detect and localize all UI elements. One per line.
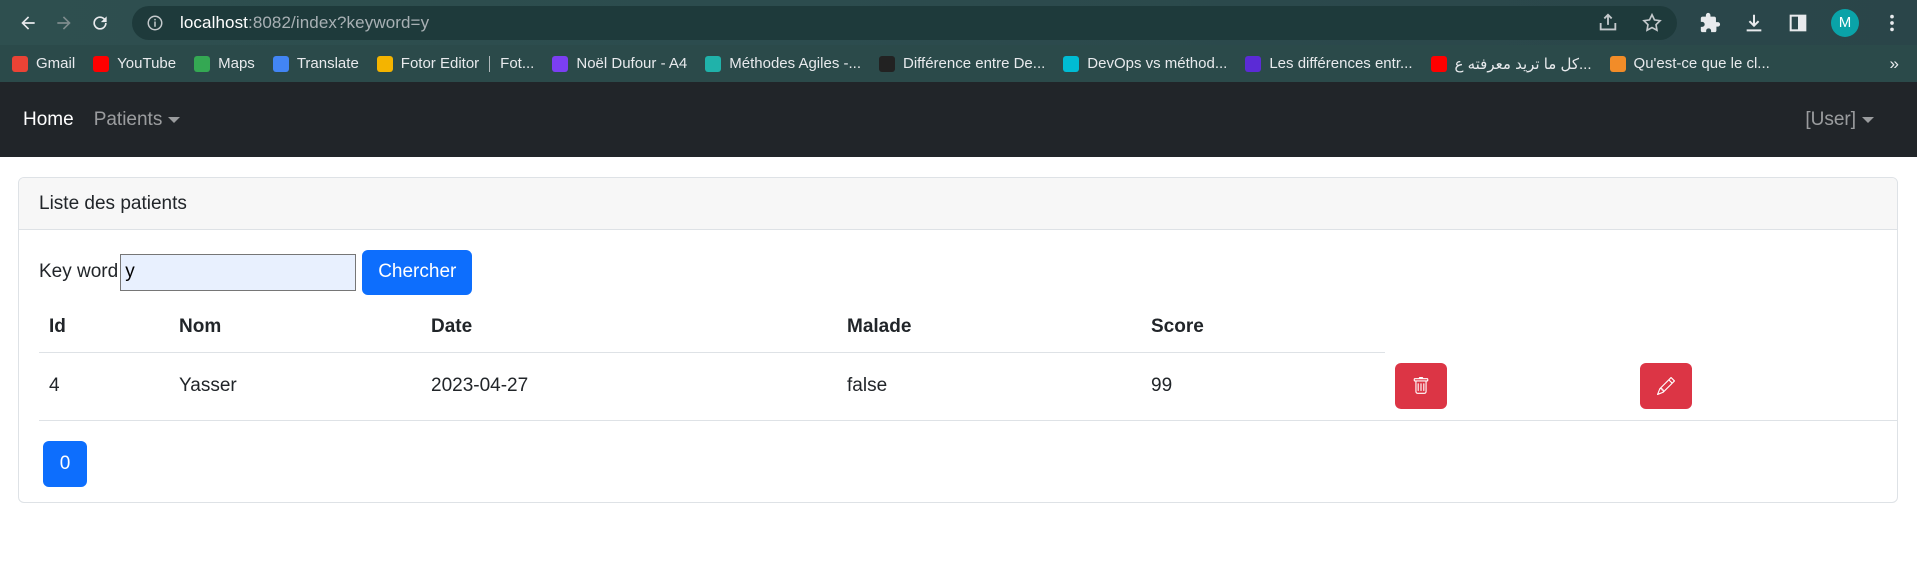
keyword-label: Key word — [39, 261, 119, 282]
nav-home[interactable]: Home — [23, 109, 74, 131]
bookmark-item[interactable]: Fotor Editor — [376, 55, 480, 72]
bookmark-item[interactable]: Translate — [272, 55, 359, 72]
nav-user-label: [User] — [1805, 108, 1856, 130]
bookmark-item[interactable]: Fot... — [500, 55, 534, 72]
bookmark-favicon-icon — [194, 55, 211, 72]
patients-table: Id Nom Date Malade Score 4 Yasser 2023-0… — [39, 302, 1897, 421]
page-button[interactable]: 0 — [43, 440, 87, 487]
bookmark-label: YouTube — [117, 55, 177, 72]
cell-malade: false — [837, 352, 1141, 421]
cell-nom: Yasser — [169, 352, 421, 421]
bookmark-favicon-icon — [1245, 55, 1262, 72]
search-button[interactable]: Chercher — [362, 249, 473, 295]
arrow-right-icon — [57, 15, 71, 30]
star-icon[interactable] — [1641, 12, 1663, 34]
header-delete — [1385, 302, 1630, 352]
bookmark-item[interactable]: Qu'est-ce que le cl... — [1609, 55, 1770, 72]
info-icon[interactable] — [146, 14, 164, 32]
download-icon[interactable] — [1743, 12, 1765, 34]
bookmark-item[interactable]: DevOps vs méthod... — [1063, 55, 1227, 72]
nav-patients-dropdown[interactable]: Patients — [94, 109, 181, 131]
bookmark-favicon-icon — [12, 55, 28, 72]
bookmark-item[interactable]: Maps — [194, 55, 255, 72]
bookmark-item[interactable]: Noël Dufour - A4 — [552, 55, 687, 72]
bookmark-item[interactable]: كل ما تريد معرفته ع... — [1430, 55, 1592, 73]
pencil-icon — [1657, 376, 1675, 395]
bookmark-label: Gmail — [36, 55, 76, 72]
reload-button[interactable] — [82, 5, 118, 41]
cell-score: 99 — [1141, 352, 1385, 421]
address-bar[interactable]: localhost:8082/index?keyword=y — [132, 5, 1677, 40]
bookmark-label: Les différences entr... — [1269, 55, 1413, 72]
bookmark-favicon-icon — [93, 55, 110, 72]
bookmark-favicon-icon — [552, 55, 569, 72]
back-button[interactable] — [10, 5, 46, 41]
header-date: Date — [421, 302, 837, 353]
pagination: 0 — [43, 440, 1877, 487]
bookmark-label: Translate — [296, 55, 359, 72]
caret-down-icon — [1862, 116, 1874, 123]
bookmark-favicon-icon — [1430, 55, 1447, 72]
app-navbar: Home Patients [User] — [0, 82, 1917, 157]
cell-date: 2023-04-27 — [421, 352, 837, 421]
extensions-icon[interactable] — [1699, 12, 1721, 34]
bookmark-item[interactable]: Différence entre De... — [878, 55, 1046, 72]
bookmark-favicon-icon — [705, 55, 722, 72]
arrow-left-icon — [21, 15, 35, 30]
patients-card: Liste des patients Key word Chercher Id … — [18, 177, 1898, 503]
browser-toolbar: localhost:8082/index?keyword=y M — [0, 0, 1917, 45]
side-panel-icon[interactable] — [1787, 12, 1809, 34]
kebab-menu-icon[interactable] — [1881, 12, 1903, 34]
bookmarks-overflow-button[interactable]: » — [1890, 54, 1905, 74]
delete-button[interactable] — [1395, 362, 1447, 409]
cell-id: 4 — [39, 352, 169, 421]
reload-icon — [93, 15, 107, 30]
cell-edit — [1630, 352, 1897, 421]
bookmark-item[interactable]: Gmail — [12, 55, 75, 72]
bookmark-label: Qu'est-ce que le cl... — [1633, 55, 1770, 72]
url-path: :8082/index?keyword=y — [248, 12, 430, 32]
bookmark-label: Méthodes Agiles -... — [729, 55, 861, 72]
bookmark-favicon-icon — [1609, 55, 1626, 72]
header-score: Score — [1141, 302, 1385, 353]
bookmark-favicon-icon — [272, 55, 289, 72]
bookmark-label: Différence entre De... — [902, 55, 1046, 72]
table-header-row: Id Nom Date Malade Score — [39, 302, 1897, 353]
bookmark-label: كل ما تريد معرفته ع... — [1454, 55, 1592, 73]
caret-down-icon — [168, 116, 181, 123]
nav-user-dropdown[interactable]: [User] — [1805, 109, 1874, 131]
bookmark-favicon-icon — [1063, 55, 1080, 72]
bookmark-label: Fotor Editor — [400, 55, 480, 72]
bookmark-label: DevOps vs méthod... — [1087, 55, 1228, 72]
table-row: 4 Yasser 2023-04-27 false 99 — [39, 352, 1897, 421]
bookmark-item[interactable]: Les différences entr... — [1245, 55, 1413, 72]
search-form: Key word Chercher — [39, 249, 1877, 295]
card-title: Liste des patients — [19, 178, 1897, 230]
bookmark-favicon-icon — [376, 55, 393, 72]
url-host: localhost — [180, 12, 248, 32]
profile-avatar[interactable]: M — [1831, 8, 1859, 37]
keyword-input[interactable] — [120, 253, 357, 291]
header-nom: Nom — [169, 302, 421, 353]
header-malade: Malade — [837, 302, 1141, 353]
trash-icon — [1413, 376, 1429, 394]
header-id: Id — [39, 302, 169, 353]
bookmark-item[interactable]: YouTube — [93, 55, 176, 72]
bookmark-label: Maps — [218, 55, 255, 72]
url-text[interactable]: localhost:8082/index?keyword=y — [180, 13, 429, 33]
forward-button[interactable] — [46, 5, 82, 41]
share-icon[interactable] — [1597, 12, 1619, 34]
bookmarks-bar: Gmail YouTube Maps Translate Fotor Editor Fot… — [0, 45, 1917, 82]
nav-patients-label: Patients — [93, 108, 163, 130]
bookmark-label: Fot... — [500, 55, 535, 72]
cell-delete — [1385, 352, 1630, 421]
bookmark-separator — [489, 55, 491, 72]
edit-button[interactable] — [1640, 362, 1692, 409]
bookmark-favicon-icon — [878, 55, 895, 72]
bookmark-label: Noël Dufour - A4 — [576, 55, 688, 72]
header-edit — [1630, 302, 1897, 352]
bookmark-item[interactable]: Méthodes Agiles -... — [705, 55, 861, 72]
